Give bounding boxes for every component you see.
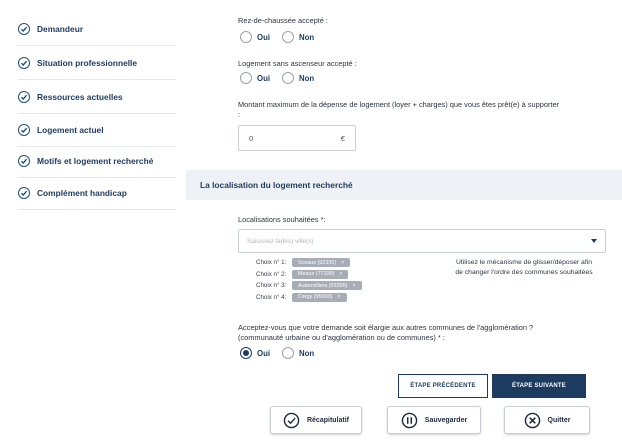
list-item[interactable]: Choix n° 1: Sceaux (92330) ×: [256, 257, 362, 269]
next-step-button[interactable]: ÉTAPE SUIVANTE: [492, 374, 586, 398]
sidebar-item-situation-professionnelle[interactable]: Situation professionnelle: [18, 46, 176, 80]
check-circle-icon: [18, 22, 30, 35]
elargie-label: Acceptez-vous que votre demande soit éla…: [238, 323, 534, 332]
save-button[interactable]: Sauvegarder: [387, 406, 481, 434]
sans-ascenseur-radio-group: Oui Non: [240, 72, 326, 84]
close-icon[interactable]: ×: [341, 260, 344, 266]
previous-step-button[interactable]: ÉTAPE PRÉCÉDENTE: [398, 374, 488, 398]
localisations-label: Localisations souhaitées *:: [238, 215, 326, 224]
montant-value: 0: [249, 133, 254, 143]
elargie-oui-option[interactable]: Oui: [240, 347, 270, 359]
close-circle-icon: [524, 412, 540, 428]
rdc-label: Rez-de-chaussée accepté :: [238, 16, 328, 25]
main-form: Rez-de-chaussée accepté : Oui Non Logeme…: [186, 0, 622, 443]
sidebar-item-label: Ressources actuelles: [37, 91, 123, 102]
check-circle-icon: [18, 56, 30, 69]
sidebar-item-demandeur[interactable]: Demandeur: [18, 12, 176, 46]
rdc-radio-group: Oui Non: [240, 31, 326, 43]
radio-button[interactable]: [240, 72, 252, 84]
list-item[interactable]: Choix n° 2: Meaux (77100) ×: [256, 269, 362, 281]
pause-icon: [401, 412, 418, 428]
radio-button[interactable]: [240, 347, 252, 359]
quit-button[interactable]: Quitter: [504, 406, 590, 434]
chevron-down-icon: [591, 239, 597, 243]
recap-button[interactable]: Récapitulatif: [270, 406, 362, 434]
localisation-choices-list: Choix n° 1: Sceaux (92330) × Choix n° 2: …: [256, 257, 362, 303]
radio-button[interactable]: [282, 72, 294, 84]
check-circle-icon: [18, 90, 30, 103]
rdc-oui-option[interactable]: Oui: [240, 31, 270, 43]
euro-icon: €: [340, 133, 345, 143]
elargie-radio-group: Oui Non: [240, 347, 326, 359]
sidebar-item-complement-handicap[interactable]: Complément handicap: [18, 176, 176, 210]
radio-button[interactable]: [240, 31, 252, 43]
sidebar-item-label: Situation professionnelle: [37, 57, 138, 68]
localisations-placeholder: Saisissez la(les) ville(s): [247, 237, 314, 245]
close-icon[interactable]: ×: [339, 271, 342, 277]
sidebar-item-label: Demandeur: [37, 23, 84, 34]
radio-button[interactable]: [282, 347, 294, 359]
sidebar-item-motifs-logement[interactable]: Motifs et logement recherché: [18, 144, 176, 178]
montant-input[interactable]: 0 €: [238, 125, 356, 151]
sidebar-item-label: Motifs et logement recherché: [37, 155, 154, 166]
drag-drop-hint: Utilisez le mécanisme de glisser/déposer…: [455, 259, 593, 276]
sidebar: Demandeur Situation professionnelle Ress…: [0, 0, 186, 443]
elargie-label-line2: (communauté urbaine ou d'agglomération o…: [238, 333, 445, 342]
elargie-non-option[interactable]: Non: [282, 347, 314, 359]
close-icon[interactable]: ×: [352, 283, 355, 289]
check-circle-icon: [283, 412, 300, 428]
check-circle-icon: [18, 123, 30, 136]
sans-ascenseur-non-option[interactable]: Non: [282, 72, 314, 84]
sidebar-item-logement-actuel[interactable]: Logement actuel: [18, 113, 176, 147]
sidebar-item-ressources-actuelles[interactable]: Ressources actuelles: [18, 80, 176, 114]
check-circle-icon: [18, 154, 30, 167]
sidebar-item-label: Complément handicap: [37, 187, 127, 198]
montant-label: Montant maximum de la dépense de logemen…: [238, 100, 560, 109]
list-item[interactable]: Choix n° 3: Aubervilliers (93300) ×: [256, 280, 362, 292]
sidebar-item-label: Logement actuel: [37, 124, 104, 135]
close-icon[interactable]: ×: [337, 294, 340, 300]
city-chip[interactable]: Cergy (95000) ×: [292, 292, 347, 302]
sans-ascenseur-label: Logement sans ascenseur accepté :: [238, 59, 357, 68]
sans-ascenseur-oui-option[interactable]: Oui: [240, 72, 270, 84]
montant-label-cont: :: [238, 110, 241, 119]
section-title: La localisation du logement recherché: [186, 170, 622, 200]
localisations-select[interactable]: Saisissez la(les) ville(s): [238, 229, 606, 253]
city-chip[interactable]: Sceaux (92330) ×: [292, 258, 351, 268]
rdc-non-option[interactable]: Non: [282, 31, 314, 43]
list-item[interactable]: Choix n° 4: Cergy (95000) ×: [256, 292, 362, 304]
radio-button[interactable]: [282, 31, 294, 43]
city-chip[interactable]: Meaux (77100) ×: [292, 269, 349, 279]
check-circle-icon: [18, 186, 30, 199]
city-chip[interactable]: Aubervilliers (93300) ×: [292, 281, 362, 291]
